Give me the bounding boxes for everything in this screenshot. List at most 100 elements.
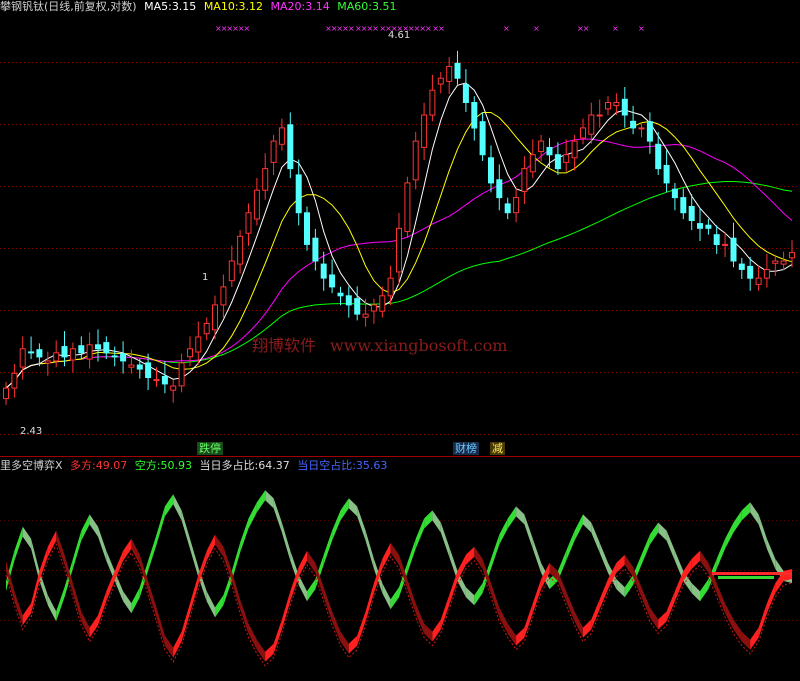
candle bbox=[170, 379, 177, 403]
event-mark-4[interactable]: × bbox=[533, 24, 540, 34]
candle bbox=[387, 265, 394, 306]
long-ribbon-segment bbox=[465, 587, 475, 606]
short-ribbon-segment bbox=[206, 534, 215, 561]
candle bbox=[354, 286, 361, 321]
long-ribbon-segment bbox=[407, 538, 416, 573]
long-ribbon-segment bbox=[432, 510, 441, 533]
short-ribbon-segment bbox=[733, 619, 742, 642]
candle bbox=[103, 336, 110, 360]
candle-body-up bbox=[170, 385, 177, 391]
candle-body-up bbox=[605, 102, 611, 110]
long-ribbon-segment bbox=[22, 526, 32, 549]
long-ribbon-segment bbox=[474, 583, 483, 606]
tag-reduce[interactable]: 减 bbox=[490, 442, 505, 455]
candle bbox=[462, 69, 469, 112]
candle-body-up bbox=[412, 140, 419, 181]
long-ribbon-segment bbox=[323, 530, 333, 565]
candle-body-down bbox=[713, 234, 720, 245]
candle bbox=[471, 96, 478, 141]
short-ribbon-segment bbox=[700, 550, 709, 573]
tag-limit-down[interactable]: 跌停 bbox=[197, 442, 223, 455]
candle bbox=[86, 332, 93, 369]
event-mark-6[interactable]: × bbox=[612, 24, 619, 34]
candle bbox=[287, 112, 294, 179]
candle-body-down bbox=[697, 223, 703, 229]
candle bbox=[345, 286, 352, 318]
candle bbox=[646, 112, 653, 154]
short-ribbon-segment bbox=[89, 615, 98, 638]
event-mark-5[interactable]: ×× bbox=[577, 24, 589, 34]
long-ribbon-segment bbox=[658, 522, 667, 541]
candle-body-down bbox=[61, 346, 68, 358]
candle-body-up bbox=[270, 140, 277, 163]
short-ribbon-segment bbox=[599, 579, 608, 610]
candle bbox=[630, 105, 637, 135]
tag-finance[interactable]: 财榜 bbox=[453, 442, 479, 455]
short-ribbon-segment bbox=[123, 538, 132, 561]
short-ribbon-segment bbox=[474, 546, 483, 569]
long-ribbon-segment bbox=[81, 514, 90, 541]
candle bbox=[680, 188, 687, 220]
event-mark-3[interactable]: × bbox=[503, 24, 510, 34]
candle-body-up bbox=[563, 154, 570, 163]
short-ribbon-segment bbox=[215, 534, 224, 557]
day-short-label: 当日空占比: bbox=[297, 459, 356, 472]
long-ribbon-segment bbox=[440, 522, 450, 557]
day-short-value: 35.63 bbox=[355, 459, 388, 472]
candle bbox=[19, 336, 26, 380]
event-mark-2[interactable]: ××××× ×××× ××××××××× ×× bbox=[325, 24, 445, 34]
candle bbox=[270, 134, 277, 176]
candle-body-down bbox=[28, 351, 35, 354]
event-mark-7[interactable]: × bbox=[638, 24, 645, 34]
candle bbox=[195, 321, 202, 365]
candle-body-up bbox=[278, 127, 285, 145]
short-ribbon-segment bbox=[766, 583, 776, 614]
candle-body-up bbox=[253, 189, 260, 220]
candle-body-up bbox=[529, 154, 536, 173]
short-ribbon-segment bbox=[658, 611, 667, 630]
candle-body-up bbox=[638, 127, 645, 130]
candle-body-down bbox=[496, 179, 503, 199]
long-ribbon-segment bbox=[566, 530, 575, 561]
candle-body-up bbox=[387, 277, 394, 297]
candle-body-down bbox=[161, 376, 168, 385]
candle-body-down bbox=[738, 263, 745, 270]
candle bbox=[11, 364, 18, 398]
long-ribbon-segment bbox=[725, 522, 734, 549]
event-mark-1[interactable]: ×××××× bbox=[215, 24, 250, 34]
candle bbox=[747, 257, 754, 291]
candle bbox=[253, 177, 260, 226]
candle-body-down bbox=[120, 353, 127, 362]
candle-body-up bbox=[521, 168, 528, 192]
candle-body-down bbox=[103, 342, 110, 354]
candle bbox=[53, 340, 60, 368]
short-ribbon-segment bbox=[298, 550, 307, 577]
short-ribbon-segment bbox=[332, 611, 341, 642]
candle bbox=[153, 367, 160, 387]
candle-body-up bbox=[429, 89, 436, 116]
long-ribbon-segment bbox=[591, 522, 600, 553]
candle bbox=[220, 274, 227, 318]
long-ribbon-segment bbox=[524, 514, 533, 549]
candle-body-up bbox=[245, 212, 252, 234]
candle-body-up bbox=[596, 114, 603, 117]
candle bbox=[128, 349, 135, 374]
candle-body-up bbox=[212, 304, 218, 331]
indicator-header: 里多空博弈X 多方:49.07 空方:50.93 当日多占比:64.37 当日空… bbox=[0, 459, 391, 473]
candle-body-up bbox=[370, 304, 377, 312]
short-ribbon-segment bbox=[14, 591, 23, 626]
candle bbox=[379, 286, 386, 318]
candle-body-up bbox=[588, 114, 595, 135]
candle-body-down bbox=[337, 292, 344, 297]
candle-body-down bbox=[621, 98, 628, 116]
candle bbox=[671, 183, 678, 211]
candle-body-up bbox=[538, 140, 545, 153]
short-ribbon-segment bbox=[181, 603, 190, 642]
long-ribbon-segment bbox=[499, 518, 508, 545]
short-ribbon-segment bbox=[307, 550, 316, 573]
candle bbox=[763, 254, 770, 288]
long-ribbon-segment bbox=[507, 506, 517, 529]
long-ribbon-segment bbox=[348, 498, 358, 517]
candle-body-down bbox=[630, 120, 637, 129]
short-ribbon-segment bbox=[641, 587, 650, 618]
